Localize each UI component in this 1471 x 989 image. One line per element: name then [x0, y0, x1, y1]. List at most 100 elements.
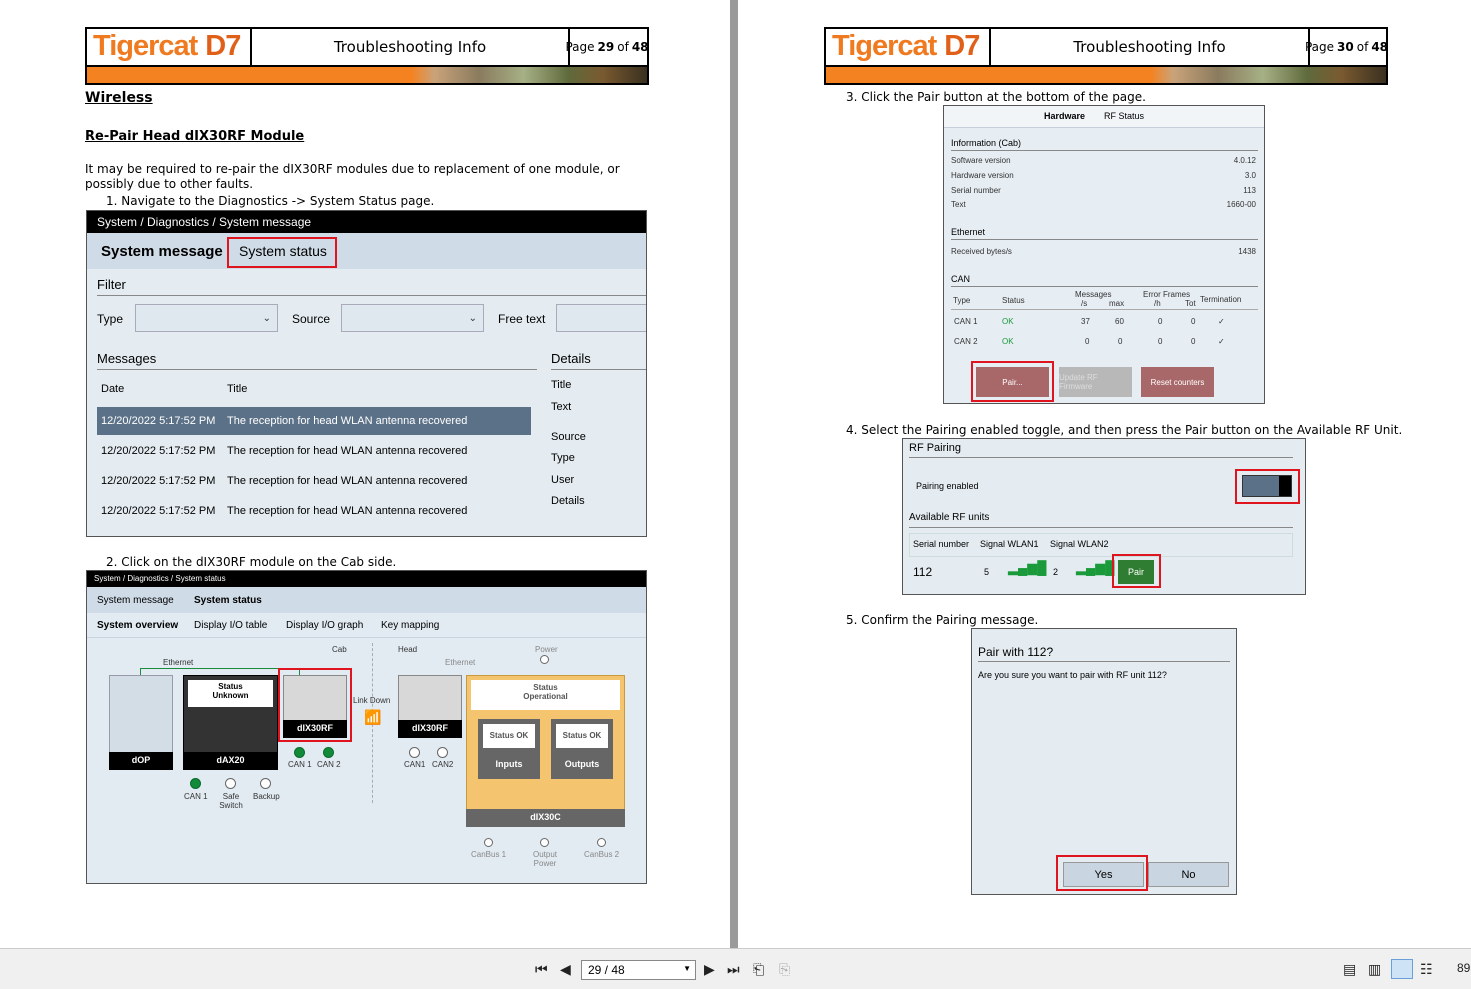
tab-rf-status[interactable]: RF Status — [1104, 111, 1144, 121]
filter-label: Filter — [97, 277, 126, 292]
ethernet-head-label: Ethernet — [445, 658, 476, 667]
can-col-type: Type — [953, 296, 971, 305]
messages-label: Messages — [97, 351, 157, 366]
row-date[interactable]: 12/20/2022 5:17:52 PM — [101, 505, 215, 517]
go-back-icon[interactable]: ⎗ — [753, 961, 764, 978]
info-value: 4.0.12 — [1233, 156, 1256, 165]
detail-user: User — [551, 474, 575, 486]
can-col-per-s: /s — [1081, 299, 1088, 308]
row-date[interactable]: 12/20/2022 5:17:52 PM — [101, 445, 215, 457]
row-date[interactable]: 12/20/2022 5:17:52 PM — [101, 475, 215, 487]
continuous-icon[interactable]: ▥ — [1368, 961, 1381, 978]
subtab-io-table[interactable]: Display I/O table — [194, 620, 267, 631]
step-5: 5. Confirm the Pairing message. — [846, 613, 1039, 627]
highlight-box — [227, 237, 337, 268]
status-ok-inputs: Status OK — [483, 724, 535, 748]
safe-switch-label: Safe Switch — [219, 792, 243, 810]
head-label: Head — [398, 645, 418, 654]
subtab-io-graph[interactable]: Display I/O graph — [286, 620, 363, 631]
head-can2-connector — [437, 747, 448, 758]
ethernet-heading: Ethernet — [951, 227, 986, 237]
safe-switch-connector — [225, 778, 236, 789]
tab-system-message[interactable]: System message — [101, 243, 223, 260]
canbus1-connector — [484, 838, 493, 847]
pair-confirm-dialog: Pair with 112? Are you sure you want to … — [971, 628, 1237, 895]
signal-bars-icon: ▂▄▆█ — [1008, 560, 1047, 575]
single-page-icon[interactable]: ▤ — [1343, 961, 1356, 978]
power-connector — [540, 655, 549, 664]
output-power-label: Output Power — [532, 850, 557, 868]
type-select[interactable]: ⌄ — [135, 304, 278, 332]
row-title[interactable]: The reception for head WLAN antenna reco… — [227, 475, 467, 487]
step-4: 4. Select the Pairing enabled toggle, an… — [846, 423, 1403, 437]
free-text-label: Free text — [498, 312, 546, 326]
signal-bars-icon: ▂▄▆█ — [1076, 560, 1115, 575]
reset-counters-button[interactable]: Reset counters — [1141, 367, 1214, 397]
can1-connector — [190, 778, 201, 789]
detail-details: Details — [551, 495, 585, 507]
link-down-label: Link Down — [353, 696, 391, 705]
dax20-label: dAX20 — [183, 752, 278, 770]
tab-system-message[interactable]: System message — [97, 595, 174, 606]
tab-system-status[interactable]: System status — [194, 595, 262, 606]
can-row-status: OK — [1002, 317, 1014, 326]
highlight-box — [1235, 469, 1300, 504]
can-col-tot: Tot — [1185, 299, 1196, 308]
ethernet-label: Ethernet — [163, 658, 194, 667]
zoom-level[interactable]: 89 — [1457, 961, 1470, 975]
backup-label: Backup — [253, 792, 280, 801]
info-value: 1660-00 — [1226, 200, 1256, 209]
source-label: Source — [292, 312, 331, 326]
step-1: 1. Navigate to the Diagnostics -> System… — [106, 194, 435, 208]
page-number: Page 29 of 48 — [565, 40, 649, 54]
checkbox-icon[interactable]: ✓ — [1218, 317, 1225, 326]
info-value: 113 — [1243, 186, 1256, 195]
dialog-title: Pair with 112? — [978, 645, 1054, 659]
canbus2-connector — [597, 838, 606, 847]
available-rf-units-label: Available RF units — [909, 512, 990, 523]
highlight-box — [971, 361, 1054, 402]
rf-can2-label: CAN 2 — [317, 760, 341, 769]
dropdown-arrow-icon: ▼ — [683, 964, 691, 973]
can-row-type: CAN 2 — [954, 337, 978, 346]
system-message-screenshot: System / Diagnostics / System message Sy… — [86, 210, 647, 537]
first-page-icon[interactable]: ⏮ — [535, 961, 548, 978]
header-title: Troubleshooting Info — [252, 29, 570, 65]
can2-connector — [323, 747, 334, 758]
can-row-ph: 0 — [1158, 317, 1163, 326]
continuous-facing-icon[interactable]: ☷ — [1420, 961, 1433, 978]
source-select[interactable]: ⌄ — [341, 304, 484, 332]
can-row-ps: 0 — [1085, 337, 1090, 346]
page-field[interactable]: 29 / 48 ▼ — [581, 960, 696, 980]
viewer-toolbar: ⏮ ◀ 29 / 48 ▼ ▶ ⏭ ⎗ ⎘ ▤ ▥ ☷ 89 — [0, 948, 1471, 989]
info-key: Hardware version — [951, 171, 1014, 180]
breadcrumb: System / Diagnostics / System status — [87, 571, 646, 587]
tab-hardware[interactable]: Hardware — [1044, 111, 1085, 121]
row-title[interactable]: The reception for head WLAN antenna reco… — [227, 445, 467, 457]
tigercat-logo: Tigercat D7 — [826, 29, 991, 65]
dop-label: dOP — [109, 752, 173, 770]
header-photo-band — [87, 65, 647, 83]
col-date: Date — [101, 383, 125, 395]
previous-page-icon[interactable]: ◀ — [560, 961, 571, 978]
go-forward-icon[interactable]: ⎘ — [779, 961, 790, 978]
update-rf-firmware-button[interactable]: Update RF Firmware — [1059, 367, 1132, 397]
last-page-icon[interactable]: ⏭ — [727, 961, 740, 978]
row-title[interactable]: The reception for head WLAN antenna reco… — [227, 505, 467, 517]
can-col-error-frames: Error Frames — [1143, 290, 1191, 299]
hardware-screenshot: Hardware RF Status Information (Cab) Sof… — [943, 105, 1265, 404]
no-button[interactable]: No — [1148, 862, 1229, 887]
subtab-key-mapping[interactable]: Key mapping — [381, 620, 439, 631]
can-row-status: OK — [1002, 337, 1014, 346]
free-text-input[interactable] — [556, 304, 646, 332]
canbus1-label: CanBus 1 — [471, 850, 507, 859]
rf-w2: 2 — [1053, 567, 1059, 577]
highlight-box — [1056, 855, 1148, 891]
facing-pages-icon[interactable] — [1391, 959, 1413, 979]
subtab-system-overview[interactable]: System overview — [97, 620, 178, 631]
section-heading: Wireless — [85, 90, 153, 106]
checkbox-icon[interactable]: ✓ — [1218, 337, 1225, 346]
system-status-screenshot: System / Diagnostics / System status Sys… — [86, 570, 647, 884]
next-page-icon[interactable]: ▶ — [704, 961, 715, 978]
header-photo-band — [826, 65, 1386, 83]
